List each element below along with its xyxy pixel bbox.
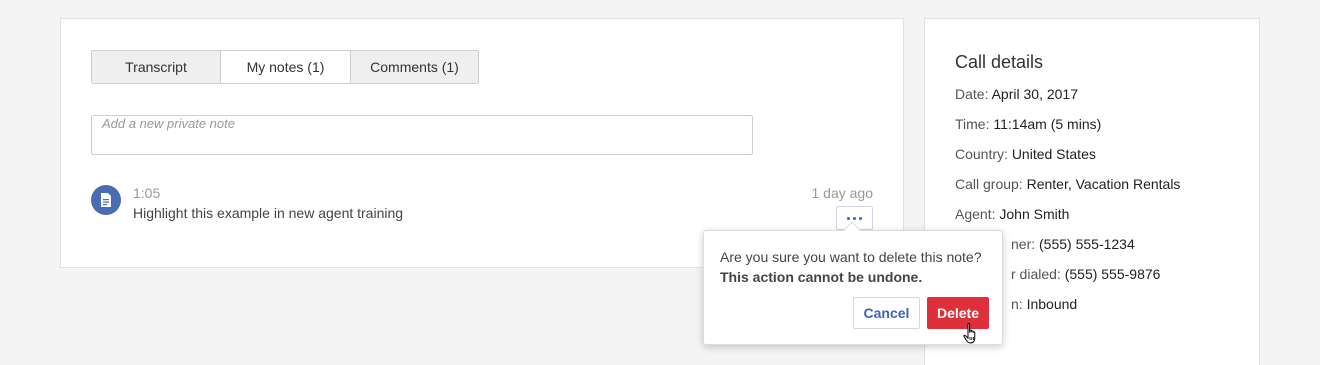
hand-pointer-icon (963, 323, 976, 344)
note-text: Highlight this example in new agent trai… (133, 205, 404, 221)
detail-label: Call group: (955, 176, 1023, 192)
detail-value: April 30, 2017 (991, 86, 1078, 102)
call-details-title: Call details (955, 52, 1044, 72)
more-dot (853, 216, 856, 220)
note-age: 1 day ago (811, 185, 874, 201)
tab-bar: Transcript My notes (1) Comments (1) (91, 50, 479, 84)
detail-agent: Agent: John Smith (955, 206, 1069, 222)
detail-value: (555) 555-9876 (1064, 266, 1161, 282)
detail-value: 11:14am (5 mins) (993, 116, 1102, 132)
detail-label: r dialed: (1011, 266, 1061, 282)
detail-label: ner: (1011, 236, 1036, 252)
detail-value: United States (1011, 146, 1096, 162)
detail-number-dialed: r dialed: (555) 555-9876 (1011, 266, 1160, 282)
detail-time: Time: 11:14am (5 mins) (955, 116, 1101, 132)
detail-call-group: Call group: Renter, Vacation Rentals (955, 176, 1180, 192)
private-note-input[interactable] (91, 115, 753, 155)
note-avatar (91, 185, 121, 215)
detail-date: Date: April 30, 2017 (955, 86, 1078, 102)
detail-caller-number: ner: (555) 555-1234 (1011, 236, 1135, 252)
more-dot (859, 216, 862, 220)
tab-comments[interactable]: Comments (1) (350, 51, 478, 83)
tab-my-notes[interactable]: My notes (1) (220, 51, 350, 83)
cancel-button[interactable]: Cancel (853, 297, 920, 329)
detail-label: Country: (955, 146, 1008, 162)
detail-label: Time: (955, 116, 990, 132)
tab-transcript[interactable]: Transcript (92, 51, 220, 83)
detail-country: Country: United States (955, 146, 1096, 162)
detail-value: (555) 555-1234 (1039, 236, 1135, 252)
detail-label: Date: (955, 86, 989, 102)
document-icon (101, 193, 111, 207)
detail-label: n: (1011, 296, 1023, 312)
delete-confirm-popover: Are you sure you want to delete this not… (703, 221, 1003, 345)
delete-confirm-warning: This action cannot be undone. (720, 269, 923, 285)
detail-value: Renter, Vacation Rentals (1026, 176, 1181, 192)
delete-confirm-question: Are you sure you want to delete this not… (720, 249, 982, 265)
detail-label: Agent: (955, 206, 996, 222)
detail-value: Inbound (1026, 296, 1078, 312)
detail-direction: n: Inbound (1011, 296, 1077, 312)
detail-value: John Smith (999, 206, 1070, 222)
delete-button[interactable]: Delete (927, 297, 989, 329)
more-dot (847, 216, 850, 220)
note-timestamp[interactable]: 1:05 (133, 185, 160, 201)
